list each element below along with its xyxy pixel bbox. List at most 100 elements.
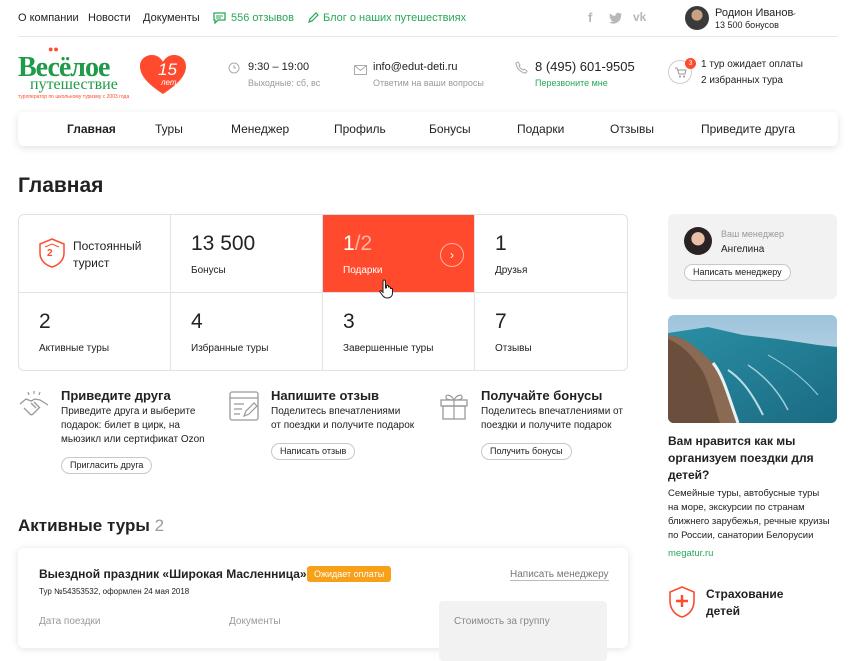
logo[interactable]: Весёлое ●● путешествие туроператор по шк… (18, 44, 188, 100)
link-reviews[interactable]: 556 отзывов (231, 12, 294, 24)
manager-label: Ваш менеджер (721, 229, 784, 239)
nav-reviews[interactable]: Отзывы (610, 122, 654, 136)
ad-text-3: ближнего зарубежья, речные круизы (668, 516, 830, 527)
promo-review-desc-1: Поделитесь впечатлениями (271, 406, 401, 417)
reviews-label: Отзывы (495, 343, 532, 354)
logo-line2: путешествие (30, 76, 118, 93)
nav-tours[interactable]: Туры (155, 122, 183, 136)
status-card[interactable]: 2 Постоянный турист (19, 215, 171, 293)
logo-tagline: туроператор по школьному туризму с 2003 … (18, 94, 130, 100)
write-manager-button[interactable]: Написать менеджеру (684, 264, 791, 281)
insurance-line1[interactable]: Страхование (706, 587, 783, 601)
nav-home[interactable]: Главная (67, 122, 116, 136)
stats-grid: 2 Постоянный турист 13 500 Бонусы 1/2 По… (18, 214, 628, 371)
user-name[interactable]: Родион Иванов (715, 7, 793, 19)
completed-tours-count: 3 (343, 310, 355, 333)
status-label-1: Постоянный (73, 239, 142, 253)
twitter-icon[interactable] (609, 11, 623, 29)
completed-tours-label: Завершенные туры (343, 343, 434, 354)
link-documents[interactable]: Документы (143, 12, 200, 24)
promo-review-desc-2: от поездки и получите подарок (271, 420, 415, 431)
ad-text-2: на море, экскурсии по странам (668, 502, 805, 513)
email-link[interactable]: info@edut-deti.ru (373, 61, 458, 73)
link-about[interactable]: О компании (18, 12, 79, 24)
chat-icon (213, 11, 226, 29)
ad-title-1: Вам нравится как мы (668, 434, 796, 448)
favorite-tours-count: 4 (191, 310, 203, 333)
get-bonus-button[interactable]: Получить бонусы (481, 443, 572, 460)
write-review-button[interactable]: Написать отзыв (271, 443, 356, 460)
divider (18, 36, 838, 37)
logo-years-sub: лет (161, 78, 177, 87)
ad-text-4: по России, санатории Белорусии (668, 530, 814, 541)
email-sub: Ответим на ваши вопросы (373, 78, 484, 88)
user-avatar[interactable] (685, 6, 709, 30)
gifts-count: 1/2 (343, 232, 373, 255)
work-hours-sub: Выходные: сб, вс (248, 78, 321, 88)
nav-gifts[interactable]: Подарки (517, 122, 564, 136)
link-blog[interactable]: Блог о наших путешествиях (323, 12, 466, 24)
facebook-icon[interactable]: f (588, 10, 592, 25)
tour-documents-label: Документы (229, 616, 281, 627)
completed-tours-card[interactable]: 3 Завершенные туры (323, 293, 475, 370)
promo-review-title: Напишите отзыв (271, 388, 380, 403)
gifts-card[interactable]: 1/2 Подарки › (323, 215, 475, 299)
cart-line1[interactable]: 1 тур ожидает оплаты (701, 59, 803, 70)
nav-profile[interactable]: Профиль (334, 122, 386, 136)
active-tours-label: Активные туры (39, 343, 110, 354)
tour-status-badge: Ожидает оплаты (307, 566, 392, 582)
mail-icon (354, 62, 367, 80)
insurance-line2[interactable]: детей (706, 604, 740, 618)
gift-icon (440, 394, 468, 420)
manager-name: Ангелина (721, 244, 765, 255)
bonus-count: 13 500 (191, 232, 256, 255)
manager-box: Ваш менеджер Ангелина Написать менеджеру (668, 214, 837, 299)
invite-friend-button[interactable]: Пригласить друга (61, 457, 153, 474)
chevron-down-icon[interactable]: ⌄ (790, 7, 798, 18)
promo-invite-desc-2: подарок: билет в цирк, на (61, 420, 180, 431)
promo-invite-desc-3: мьюзикл или сертификат Ozon (61, 434, 205, 445)
ad-title-3: детей? (668, 468, 710, 482)
gifts-label: Подарки (343, 265, 383, 276)
active-tours-heading: Активные туры 2 (18, 516, 165, 535)
callback-link[interactable]: Перезвоните мне (535, 78, 608, 88)
active-tours-heading-count: 2 (154, 516, 165, 535)
review-form-icon (229, 391, 259, 421)
ad-text-1: Семейные туры, автобусные туры (668, 488, 820, 499)
nav-manager[interactable]: Менеджер (231, 122, 289, 136)
cart-line2[interactable]: 2 избранных тура (701, 75, 783, 86)
manager-avatar (684, 227, 712, 255)
friends-count: 1 (495, 232, 507, 255)
phone-number[interactable]: 8 (495) 601-9505 (535, 59, 635, 74)
bonus-card[interactable]: 13 500 Бонусы (171, 215, 323, 293)
active-tours-card[interactable]: 2 Активные туры (19, 293, 171, 370)
vk-icon[interactable]: vk (633, 10, 646, 24)
work-hours: 9:30 – 19:00 (248, 61, 310, 73)
phone-icon (515, 61, 528, 79)
beach-image[interactable] (668, 315, 837, 423)
cart-badge: 3 (685, 58, 696, 69)
handshake-icon (19, 391, 49, 416)
insurance-shield-icon (669, 586, 695, 618)
friends-card[interactable]: 1 Друзья (475, 215, 627, 293)
nav-bonuses[interactable]: Бонусы (429, 122, 471, 136)
tour-cost-box: Стоимость за группу (439, 601, 607, 661)
nav-invite-friend[interactable]: Приведите друга (701, 122, 795, 136)
logo-years: 15 (158, 60, 177, 79)
page-title: Главная (18, 174, 104, 197)
tour-name[interactable]: Выездной праздник «Широкая Масленница» (39, 567, 307, 581)
ad-link[interactable]: megatur.ru (668, 548, 713, 559)
reviews-card[interactable]: 7 Отзывы (475, 293, 627, 370)
active-tours-count: 2 (39, 310, 51, 333)
link-news[interactable]: Новости (88, 12, 131, 24)
reviews-count: 7 (495, 310, 507, 333)
promo-bonus-title: Получайте бонусы (481, 388, 603, 403)
top-bar: О компании Новости Документы 556 отзывов… (0, 0, 854, 36)
write-manager-link[interactable]: Написать менеджеру (510, 569, 609, 581)
tour-cost-label: Стоимость за группу (454, 616, 550, 627)
logo-dots: ●● (48, 44, 59, 54)
arrow-right-icon[interactable]: › (440, 243, 464, 267)
tour-card: Выездной праздник «Широкая Масленница» О… (18, 548, 628, 661)
favorite-tours-card[interactable]: 4 Избранные туры (171, 293, 323, 370)
tour-date-label: Дата поездки (39, 616, 101, 627)
